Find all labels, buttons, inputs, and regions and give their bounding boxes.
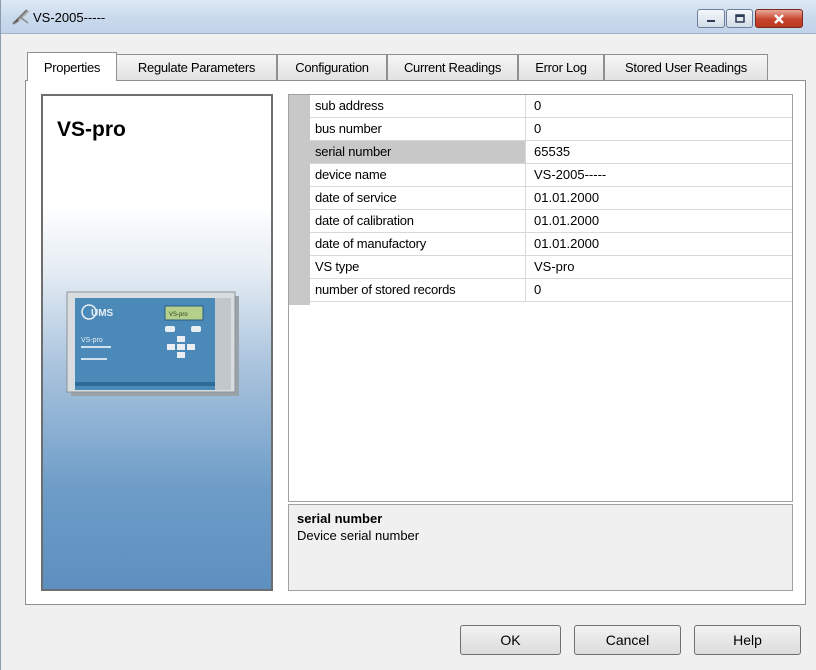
description-text: Device serial number: [297, 528, 420, 543]
maximize-icon: [727, 10, 752, 27]
device-image: UMS VS-pro VS-pro: [66, 291, 239, 396]
property-value[interactable]: 0: [527, 279, 792, 301]
tab-current-readings[interactable]: Current Readings: [387, 54, 518, 80]
tab-regulate-parameters[interactable]: Regulate Parameters: [116, 54, 277, 80]
window-title: VS-2005-----: [33, 10, 106, 25]
maximize-button[interactable]: [726, 9, 753, 28]
tab-configuration[interactable]: Configuration: [277, 54, 387, 80]
minimize-button[interactable]: [697, 9, 725, 28]
close-icon: [756, 10, 802, 27]
property-value[interactable]: 01.01.2000: [527, 233, 792, 255]
property-row[interactable]: bus number 0: [310, 118, 792, 141]
property-row-selected[interactable]: serial number 65535: [310, 141, 792, 164]
property-name: VS type: [310, 256, 526, 278]
property-value[interactable]: VS-pro: [527, 256, 792, 278]
ok-button[interactable]: OK: [460, 625, 561, 655]
property-value[interactable]: 01.01.2000: [527, 210, 792, 232]
ums-logo-text: UMS: [91, 308, 114, 319]
property-name: device name: [310, 164, 526, 186]
dialog-window: VS-2005----- Properties Regulate Paramet…: [0, 0, 816, 670]
property-row[interactable]: date of calibration 01.01.2000: [310, 210, 792, 233]
help-button[interactable]: Help: [694, 625, 801, 655]
property-name: number of stored records: [310, 279, 526, 301]
property-row[interactable]: sub address 0: [310, 95, 792, 118]
property-name: date of service: [310, 187, 526, 209]
tab-properties[interactable]: Properties: [27, 52, 117, 81]
property-name: bus number: [310, 118, 526, 140]
property-name: sub address: [310, 95, 526, 117]
property-row[interactable]: VS type VS-pro: [310, 256, 792, 279]
property-value[interactable]: VS-2005-----: [527, 164, 792, 186]
property-value[interactable]: 0: [527, 118, 792, 140]
minimize-icon: [698, 10, 724, 27]
property-row[interactable]: device name VS-2005-----: [310, 164, 792, 187]
cancel-button[interactable]: Cancel: [574, 625, 681, 655]
property-grid-row-headers: [289, 95, 310, 305]
device-name-heading: VS-pro: [57, 118, 126, 141]
property-value[interactable]: 01.01.2000: [527, 187, 792, 209]
description-title: serial number: [297, 511, 383, 526]
close-button[interactable]: [755, 9, 803, 28]
device-body-text: VS-pro: [81, 337, 103, 344]
property-row[interactable]: date of service 01.01.2000: [310, 187, 792, 210]
tab-error-log[interactable]: Error Log: [518, 54, 604, 80]
tab-stored-user-readings[interactable]: Stored User Readings: [604, 54, 768, 80]
property-row[interactable]: date of manufactory 01.01.2000: [310, 233, 792, 256]
title-bar[interactable]: VS-2005-----: [1, 0, 816, 34]
property-value[interactable]: 65535: [527, 141, 792, 163]
property-name: date of manufactory: [310, 233, 526, 255]
property-name: date of calibration: [310, 210, 526, 232]
property-row[interactable]: number of stored records 0: [310, 279, 792, 302]
pencil-tool-icon: [11, 8, 31, 26]
property-name: serial number: [310, 141, 526, 163]
device-screen-text: VS-pro: [169, 312, 188, 318]
property-value[interactable]: 0: [527, 95, 792, 117]
